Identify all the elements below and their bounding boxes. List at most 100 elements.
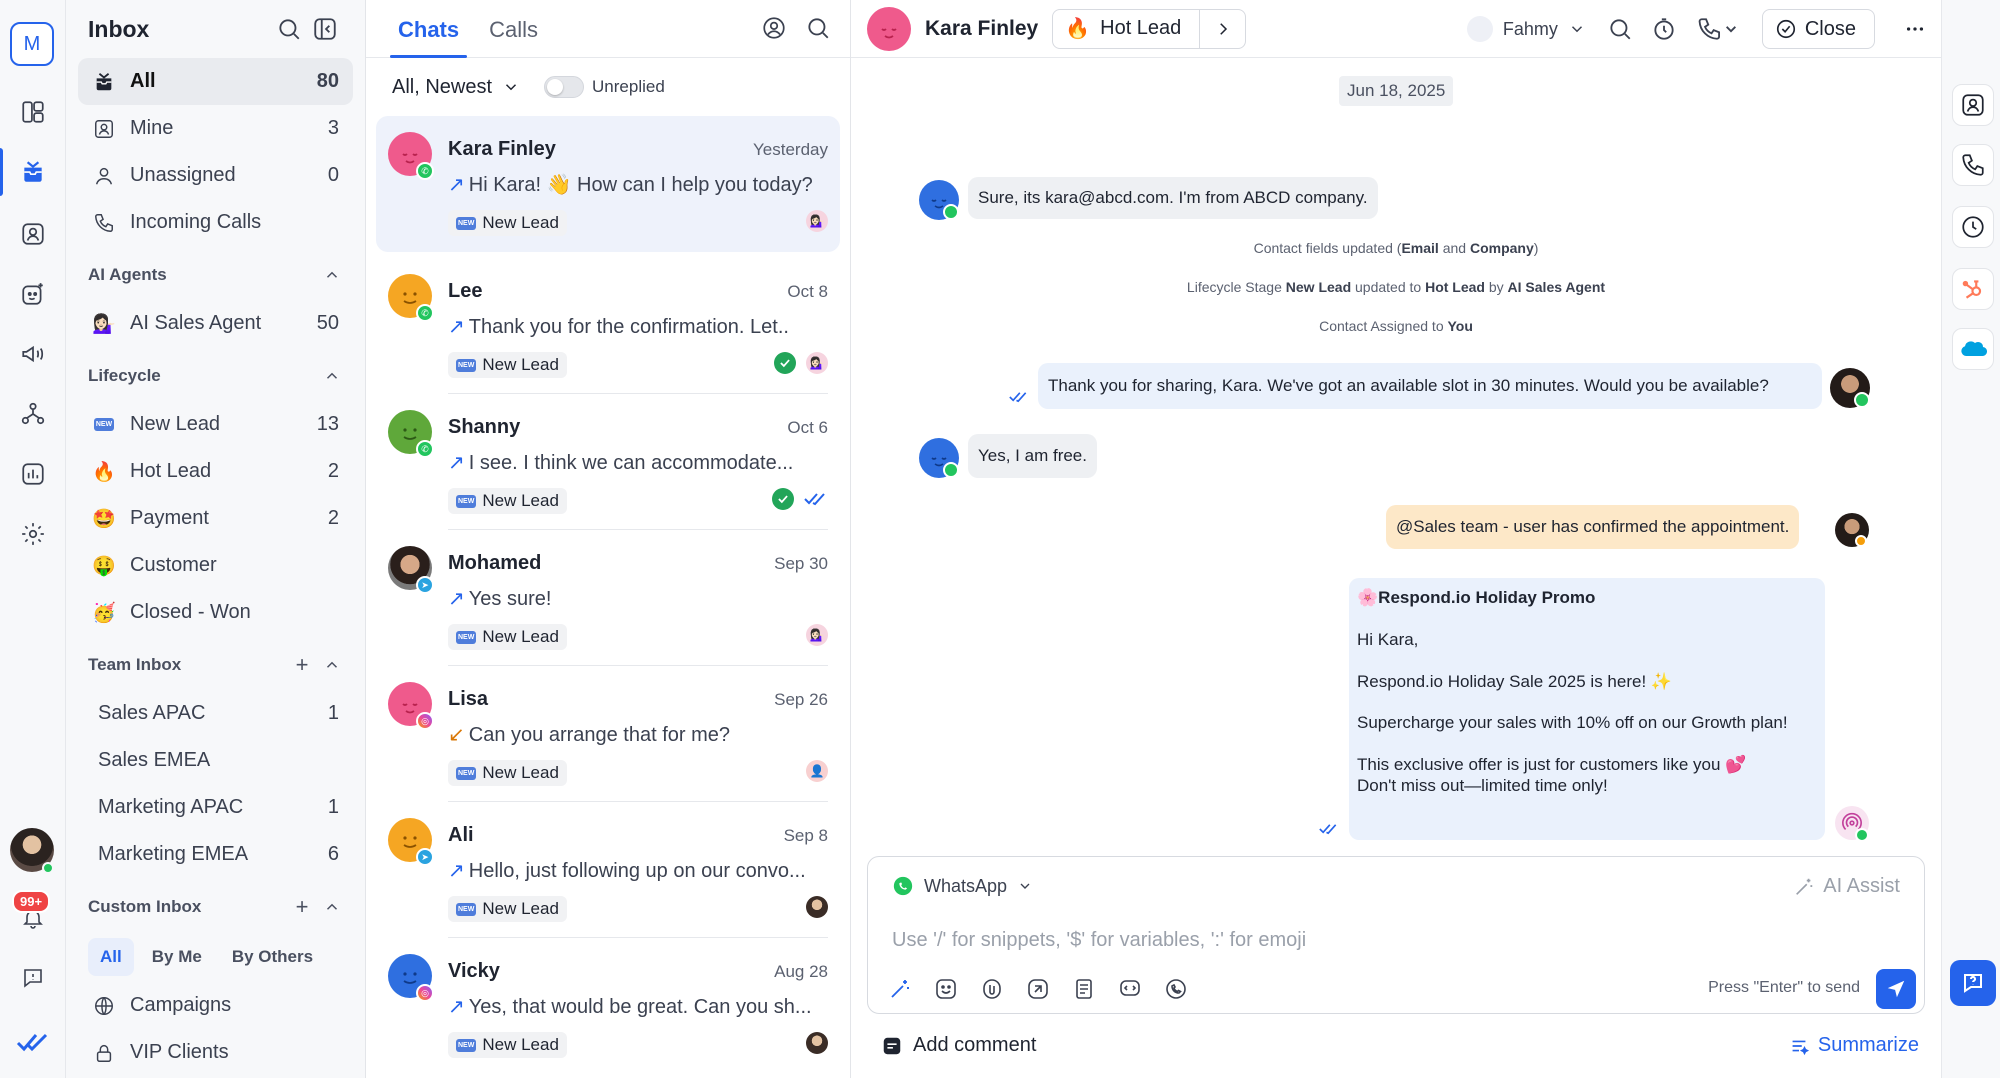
code-variable-icon[interactable] bbox=[1114, 973, 1146, 1005]
note-indicator bbox=[1855, 535, 1867, 547]
lifecycle-stage-chip[interactable]: 🔥 Hot Lead bbox=[1052, 8, 1247, 49]
template-icon[interactable] bbox=[1068, 973, 1100, 1005]
chat-item[interactable]: ◎ Lisa Sep 26 ↙ Can you arrange that for … bbox=[376, 666, 840, 802]
section-lifecycle[interactable]: Lifecycle bbox=[66, 351, 365, 401]
tab-calls[interactable]: Calls bbox=[481, 17, 546, 57]
agent-settings-icon[interactable] bbox=[756, 10, 792, 46]
sidebar-item-unassigned[interactable]: Unassigned 0 bbox=[78, 152, 353, 199]
ai-agents-icon[interactable] bbox=[9, 270, 57, 318]
sidebar-item-marketing-apac[interactable]: Marketing APAC 1 bbox=[78, 784, 353, 831]
chat-item[interactable]: ◎ Vicky Aug 28 ↗ Yes, that would be great… bbox=[376, 938, 840, 1074]
sidebar-item-customer[interactable]: 🤑 Customer bbox=[78, 542, 353, 589]
snippet-icon[interactable] bbox=[1022, 973, 1054, 1005]
tab-by-others[interactable]: By Others bbox=[220, 938, 325, 976]
sidebar-item-closed-won[interactable]: 🥳 Closed - Won bbox=[78, 589, 353, 636]
sidebar-item-payment[interactable]: 🤩 Payment 2 bbox=[78, 495, 353, 542]
section-team-inbox[interactable]: Team Inbox + bbox=[66, 640, 365, 690]
call-icon[interactable] bbox=[1690, 11, 1746, 47]
chevron-down-icon bbox=[1568, 20, 1586, 38]
contacts-icon[interactable] bbox=[9, 210, 57, 258]
tab-chats[interactable]: Chats bbox=[390, 17, 468, 58]
broadcast-message[interactable]: 🌸Respond.io Holiday Promo Hi Kara, Respo… bbox=[1349, 578, 1825, 840]
chat-item[interactable]: ➤ Mohamed Sep 30 ↗ Yes sure! NEW New Lead … bbox=[376, 530, 840, 666]
hubspot-icon[interactable] bbox=[1952, 268, 1994, 310]
help-chat-icon[interactable] bbox=[9, 954, 57, 1002]
chevron-up-icon[interactable] bbox=[317, 266, 341, 284]
sidebar-item-sales-apac[interactable]: Sales APAC 1 bbox=[78, 690, 353, 737]
collapse-sidebar-icon[interactable] bbox=[307, 11, 343, 47]
search-icon[interactable] bbox=[800, 10, 836, 46]
globe-icon bbox=[92, 995, 116, 1017]
contact-name[interactable]: Kara Finley bbox=[925, 17, 1038, 41]
settings-icon[interactable] bbox=[9, 510, 57, 558]
inbox-icon[interactable] bbox=[9, 148, 57, 196]
internal-note[interactable]: @Sales team - user has confirmed the app… bbox=[1386, 505, 1800, 549]
send-button[interactable] bbox=[1876, 969, 1916, 1009]
message-bubble[interactable]: Sure, its kara@abcd.com. I'm from ABCD c… bbox=[968, 177, 1378, 219]
emoji-icon[interactable] bbox=[930, 973, 962, 1005]
chat-item[interactable]: ✆ Shanny Oct 6 ↗ I see. I think we can ac… bbox=[376, 394, 840, 530]
salesforce-icon[interactable] bbox=[1952, 328, 1994, 370]
summarize-button[interactable]: Summarize bbox=[1788, 1034, 1919, 1057]
message-bubble[interactable]: Yes, I am free. bbox=[968, 434, 1097, 478]
workflows-icon[interactable] bbox=[9, 390, 57, 438]
sidebar-item-sales-emea[interactable]: Sales EMEA bbox=[78, 737, 353, 784]
sidebar-item-marketing-emea[interactable]: Marketing EMEA 6 bbox=[78, 831, 353, 878]
tag-label: New Lead bbox=[482, 355, 559, 374]
unreplied-toggle[interactable]: Unreplied bbox=[544, 76, 665, 98]
sort-dropdown[interactable]: All, Newest bbox=[392, 76, 520, 99]
snooze-timer-icon[interactable] bbox=[1646, 11, 1682, 47]
message-text: Yes, I am free. bbox=[978, 446, 1087, 465]
assignee-dropdown[interactable]: Fahmy bbox=[1466, 16, 1586, 42]
chevron-up-icon[interactable] bbox=[317, 656, 341, 674]
system-event: Lifecycle Stage New Lead updated to Hot … bbox=[851, 279, 1941, 295]
message-input[interactable] bbox=[892, 925, 1872, 955]
ai-wand-icon[interactable] bbox=[884, 973, 916, 1005]
section-custom-inbox[interactable]: Custom Inbox + bbox=[66, 882, 365, 932]
chevron-up-icon[interactable] bbox=[317, 898, 341, 916]
channel-dropdown[interactable]: WhatsApp bbox=[892, 875, 1033, 897]
message-bubble[interactable]: Thank you for sharing, Kara. We've got a… bbox=[1038, 363, 1822, 409]
ai-assist-button[interactable]: AI Assist bbox=[1793, 875, 1900, 898]
workspace-avatar[interactable]: M bbox=[10, 22, 54, 66]
sidebar-item-all[interactable]: All 80 bbox=[78, 58, 353, 105]
phone-icon bbox=[92, 212, 116, 234]
add-comment-button[interactable]: Add comment bbox=[881, 1034, 1036, 1057]
search-icon[interactable] bbox=[271, 11, 307, 47]
chevron-right-icon[interactable] bbox=[1199, 9, 1245, 48]
search-icon[interactable] bbox=[1602, 11, 1638, 47]
history-clock-icon[interactable] bbox=[1952, 206, 1994, 248]
add-custom-inbox-icon[interactable]: + bbox=[287, 894, 317, 920]
broadcast-icon[interactable] bbox=[9, 330, 57, 378]
sidebar-item-vip-clients[interactable]: VIP Clients bbox=[78, 1029, 353, 1076]
tab-by-me[interactable]: By Me bbox=[140, 938, 214, 976]
message-text: Sure, its kara@abcd.com. I'm from ABCD c… bbox=[978, 188, 1368, 207]
attachment-icon[interactable] bbox=[976, 973, 1008, 1005]
tab-all[interactable]: All bbox=[88, 938, 134, 976]
phone-icon[interactable] bbox=[1952, 144, 1994, 186]
sidebar-item-ai-sales-agent[interactable]: 💁🏻‍♀️ AI Sales Agent 50 bbox=[78, 300, 353, 347]
close-conversation-button[interactable]: Close bbox=[1761, 9, 1875, 49]
sidebar-item-incoming-calls[interactable]: Incoming Calls bbox=[78, 199, 353, 246]
contact-details-icon[interactable] bbox=[1952, 84, 1994, 126]
chevron-up-icon[interactable] bbox=[317, 367, 341, 385]
add-team-inbox-icon[interactable]: + bbox=[287, 652, 317, 678]
support-chat-button[interactable] bbox=[1950, 960, 1996, 1006]
toggle-switch[interactable] bbox=[544, 76, 585, 98]
more-options-icon[interactable] bbox=[1897, 11, 1933, 47]
reports-icon[interactable] bbox=[9, 450, 57, 498]
chat-item[interactable]: ✆ Lee Oct 8 ↗ Thank you for the confirmat… bbox=[376, 258, 840, 394]
chat-item[interactable]: ➤ Ali Sep 8 ↗ Hello, just following up on… bbox=[376, 802, 840, 938]
dashboard-icon[interactable] bbox=[9, 88, 57, 136]
contact-avatar[interactable] bbox=[867, 6, 911, 51]
whatsapp-template-icon[interactable] bbox=[1160, 973, 1192, 1005]
add-comment-label: Add comment bbox=[913, 1034, 1037, 1056]
section-ai-agents[interactable]: AI Agents bbox=[66, 250, 365, 300]
chat-item[interactable]: ✆ Kara Finley Yesterday ↗ Hi Kara! 👋 How … bbox=[376, 116, 840, 252]
last-message: ↗ Yes sure! bbox=[448, 586, 828, 611]
sidebar-item-mine[interactable]: Mine 3 bbox=[78, 105, 353, 152]
whatsapp-icon bbox=[943, 462, 959, 478]
sidebar-item-new-lead[interactable]: NEW New Lead 13 bbox=[78, 401, 353, 448]
sidebar-item-campaigns[interactable]: Campaigns bbox=[78, 982, 353, 1029]
sidebar-item-hot-lead[interactable]: 🔥 Hot Lead 2 bbox=[78, 448, 353, 495]
